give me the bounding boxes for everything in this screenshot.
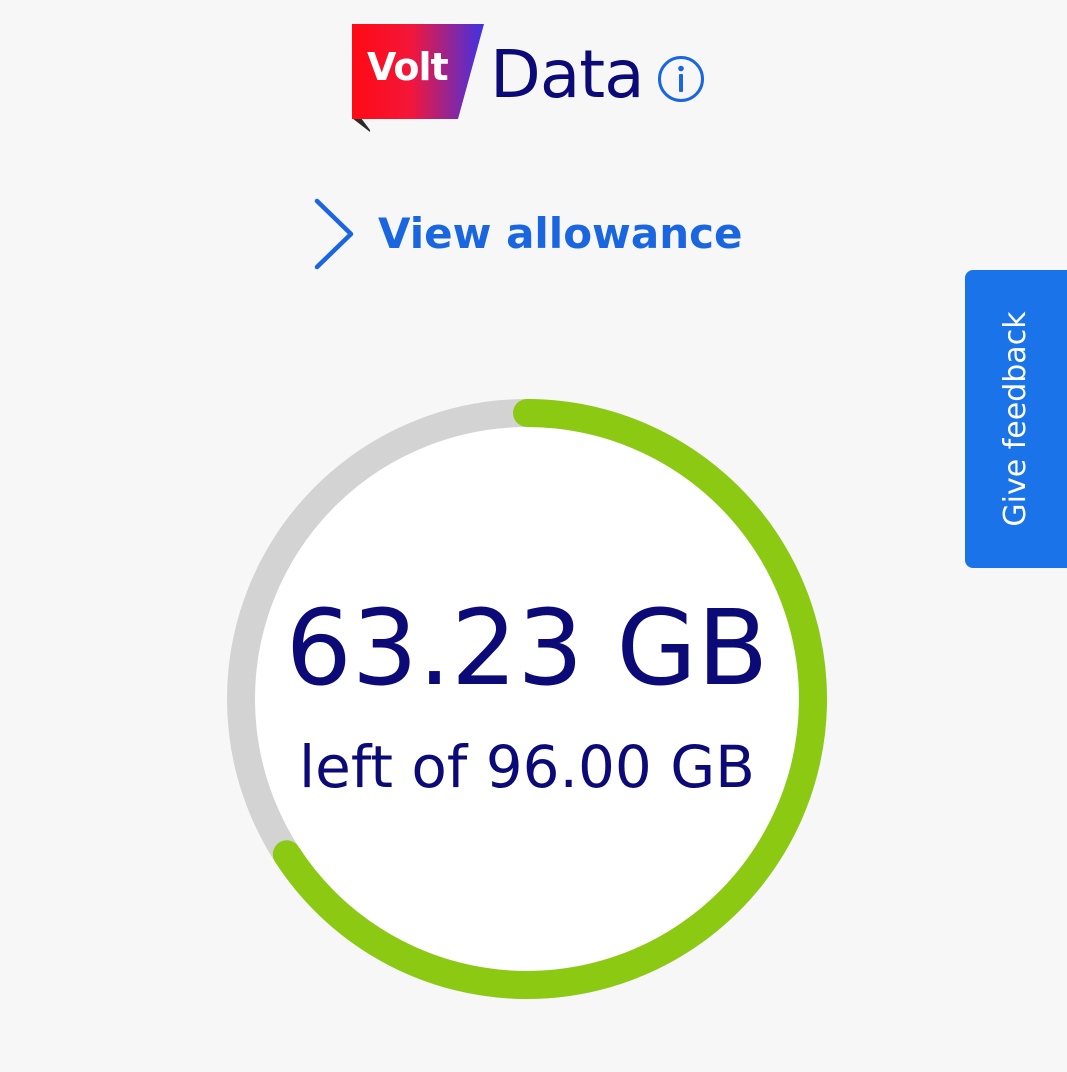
volt-logo: Volt: [350, 22, 486, 134]
logo-wordmark: Volt: [367, 45, 449, 89]
total-allowance-label: left of 96.00 GB: [299, 733, 755, 801]
info-icon[interactable]: [656, 54, 706, 104]
page-title: Data: [490, 36, 645, 113]
give-feedback-button[interactable]: Give feedback: [965, 270, 1067, 568]
view-allowance-label: View allowance: [378, 209, 743, 258]
remaining-data-value: 63.23 GB: [285, 587, 769, 709]
view-allowance-link[interactable]: View allowance: [312, 196, 752, 272]
data-usage-gauge: 63.23 GB left of 96.00 GB: [226, 398, 828, 1000]
chevron-right-icon: [314, 198, 354, 270]
give-feedback-label: Give feedback: [998, 311, 1033, 527]
page-header: Volt Data: [350, 22, 730, 134]
